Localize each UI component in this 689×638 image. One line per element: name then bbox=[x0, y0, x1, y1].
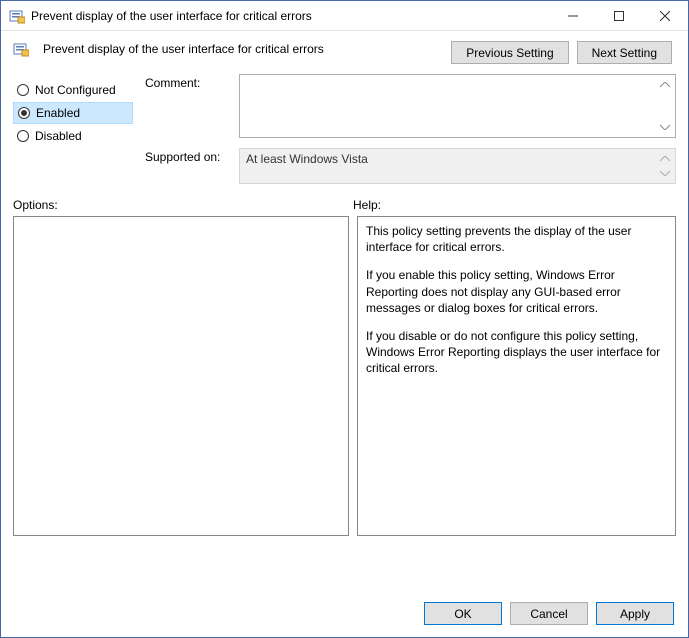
close-button[interactable] bbox=[642, 1, 688, 30]
apply-button[interactable]: Apply bbox=[596, 602, 674, 625]
comment-label: Comment: bbox=[145, 74, 231, 138]
minimize-button[interactable] bbox=[550, 1, 596, 30]
help-paragraph: If you disable or do not configure this … bbox=[366, 328, 667, 377]
ok-button[interactable]: OK bbox=[424, 602, 502, 625]
radio-icon bbox=[18, 107, 30, 119]
radio-enabled[interactable]: Enabled bbox=[13, 102, 133, 124]
chevron-up-icon[interactable] bbox=[657, 77, 673, 93]
next-setting-button[interactable]: Next Setting bbox=[577, 41, 672, 64]
radio-label: Not Configured bbox=[35, 83, 116, 97]
policy-icon bbox=[13, 41, 29, 57]
radio-not-configured[interactable]: Not Configured bbox=[13, 79, 133, 101]
state-radio-group: Not Configured Enabled Disabled bbox=[13, 74, 133, 184]
help-paragraph: This policy setting prevents the display… bbox=[366, 223, 667, 255]
supported-on-value: At least Windows Vista bbox=[246, 152, 368, 166]
chevron-down-icon[interactable] bbox=[657, 165, 673, 181]
help-box[interactable]: This policy setting prevents the display… bbox=[357, 216, 676, 536]
radio-icon bbox=[17, 130, 29, 142]
comment-input[interactable] bbox=[239, 74, 676, 138]
maximize-button[interactable] bbox=[596, 1, 642, 30]
window-title: Prevent display of the user interface fo… bbox=[31, 9, 550, 23]
titlebar: Prevent display of the user interface fo… bbox=[1, 1, 688, 31]
chevron-down-icon[interactable] bbox=[657, 119, 673, 135]
lower-labels: Options: Help: bbox=[1, 184, 688, 216]
config-section: Not Configured Enabled Disabled Comment: bbox=[1, 70, 688, 184]
radio-disabled[interactable]: Disabled bbox=[13, 125, 133, 147]
dialog-window: Prevent display of the user interface fo… bbox=[0, 0, 689, 638]
help-paragraph: If you enable this policy setting, Windo… bbox=[366, 267, 667, 316]
policy-icon bbox=[9, 8, 25, 24]
options-label: Options: bbox=[13, 198, 353, 212]
supported-on-box: At least Windows Vista bbox=[239, 148, 676, 184]
radio-icon bbox=[17, 84, 29, 96]
radio-label: Enabled bbox=[36, 106, 80, 120]
previous-setting-button[interactable]: Previous Setting bbox=[451, 41, 568, 64]
help-label: Help: bbox=[353, 198, 381, 212]
options-box[interactable] bbox=[13, 216, 349, 536]
lower-section: This policy setting prevents the display… bbox=[1, 216, 688, 592]
policy-title: Prevent display of the user interface fo… bbox=[43, 42, 324, 56]
supported-on-label: Supported on: bbox=[145, 148, 231, 184]
radio-label: Disabled bbox=[35, 129, 82, 143]
cancel-button[interactable]: Cancel bbox=[510, 602, 588, 625]
header-row: Prevent display of the user interface fo… bbox=[1, 31, 688, 70]
window-controls bbox=[550, 1, 688, 30]
footer: OK Cancel Apply bbox=[1, 592, 688, 637]
